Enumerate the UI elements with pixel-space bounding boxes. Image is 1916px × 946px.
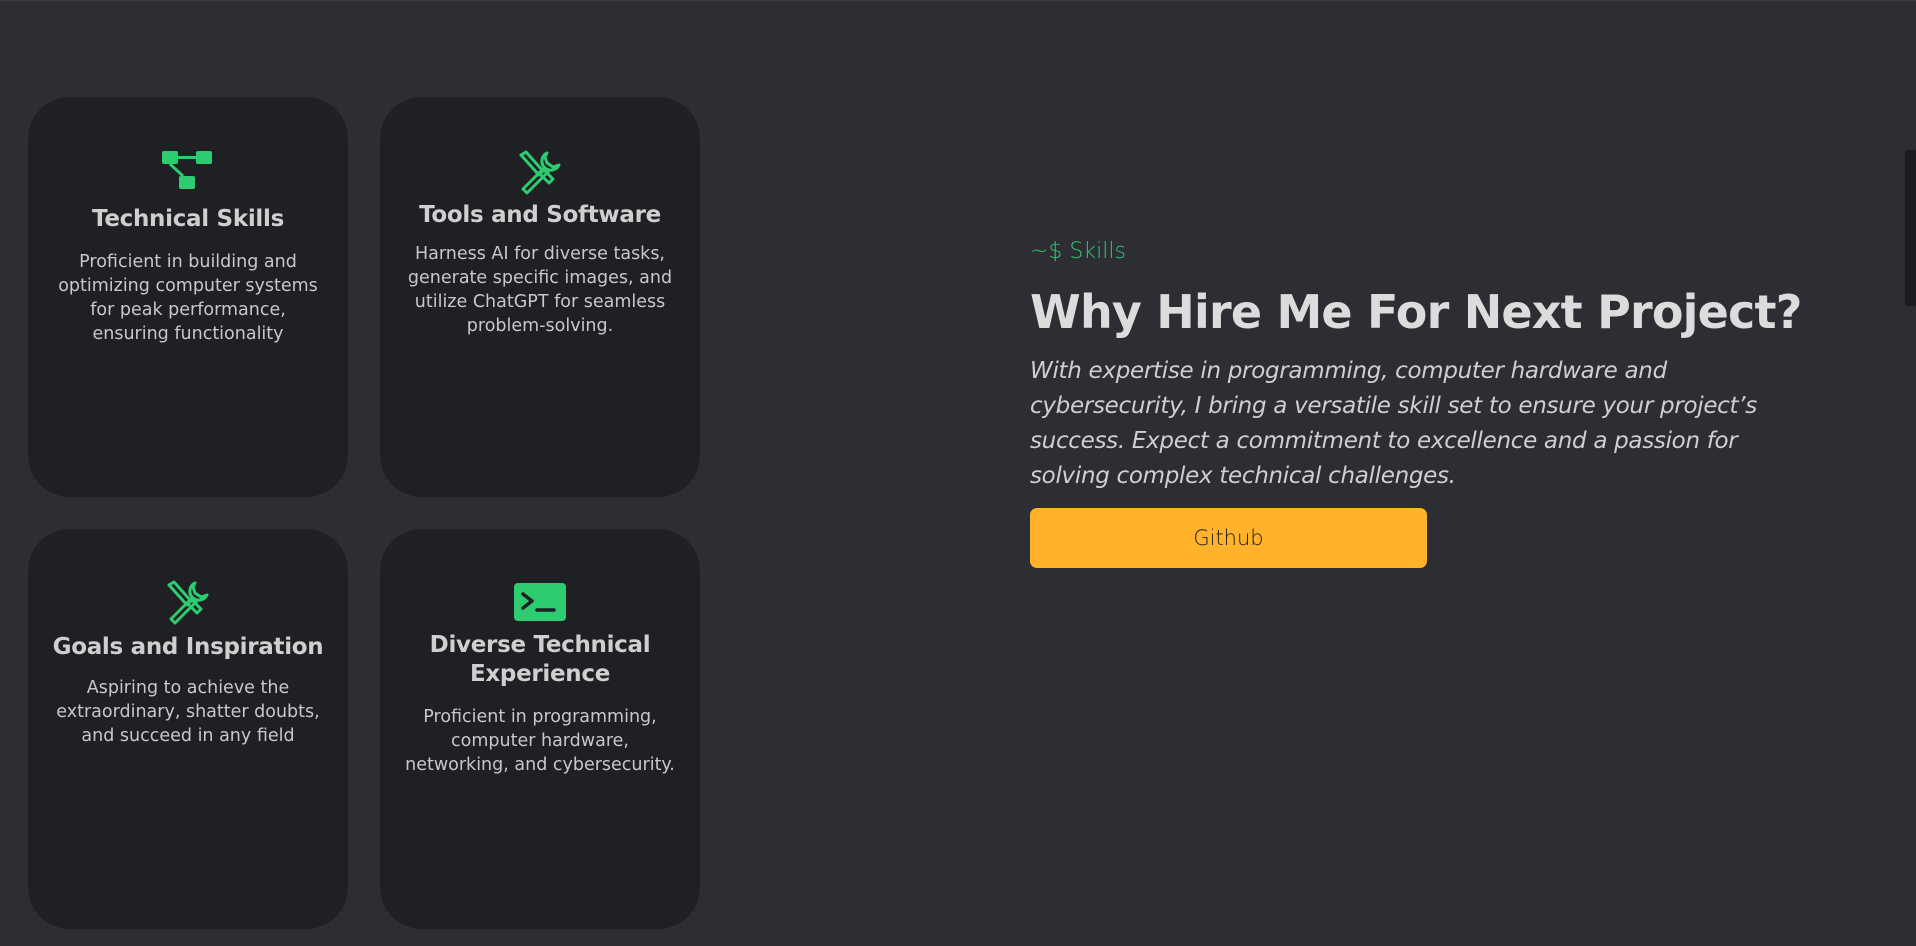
card-title: Tools and Software (419, 202, 661, 228)
terminal-icon (514, 583, 566, 621)
skill-card-technical-skills: Technical Skills Proficient in building … (28, 97, 348, 497)
card-description: Aspiring to achieve the extraordinary, s… (56, 678, 320, 746)
card-title: Diverse Technical Experience (429, 632, 651, 687)
card-title: Goals and Inspiration (52, 634, 324, 660)
skill-card-goals-and-inspiration: Goals and Inspiration Aspiring to achiev… (28, 529, 348, 929)
skill-card-tools-and-software: Tools and Software Harness AI for divers… (380, 97, 700, 497)
github-button[interactable]: Github (1030, 508, 1427, 568)
card-description: Proficient in building and optimizing co… (58, 252, 318, 344)
skill-card-diverse-technical-experience: Diverse Technical Experience Proficient … (380, 529, 700, 929)
section-kicker: ~$ Skills (1030, 239, 1126, 264)
section-description: With expertise in programming, computer … (1030, 358, 1757, 489)
card-description: Proficient in programming, computer hard… (405, 707, 675, 775)
top-divider (0, 0, 1916, 1)
hire-me-section: ~$ Skills Why Hire Me For Next Project? … (1030, 238, 1830, 568)
card-description: Harness AI for diverse tasks, generate s… (407, 244, 673, 336)
section-title: Why Hire Me For Next Project? (1030, 285, 1802, 339)
tools-icon (519, 150, 561, 195)
scrollbar-thumb[interactable] (1905, 150, 1916, 306)
flowchart-icon (162, 151, 212, 189)
tools-icon (167, 580, 209, 625)
card-title: Technical Skills (92, 206, 284, 232)
